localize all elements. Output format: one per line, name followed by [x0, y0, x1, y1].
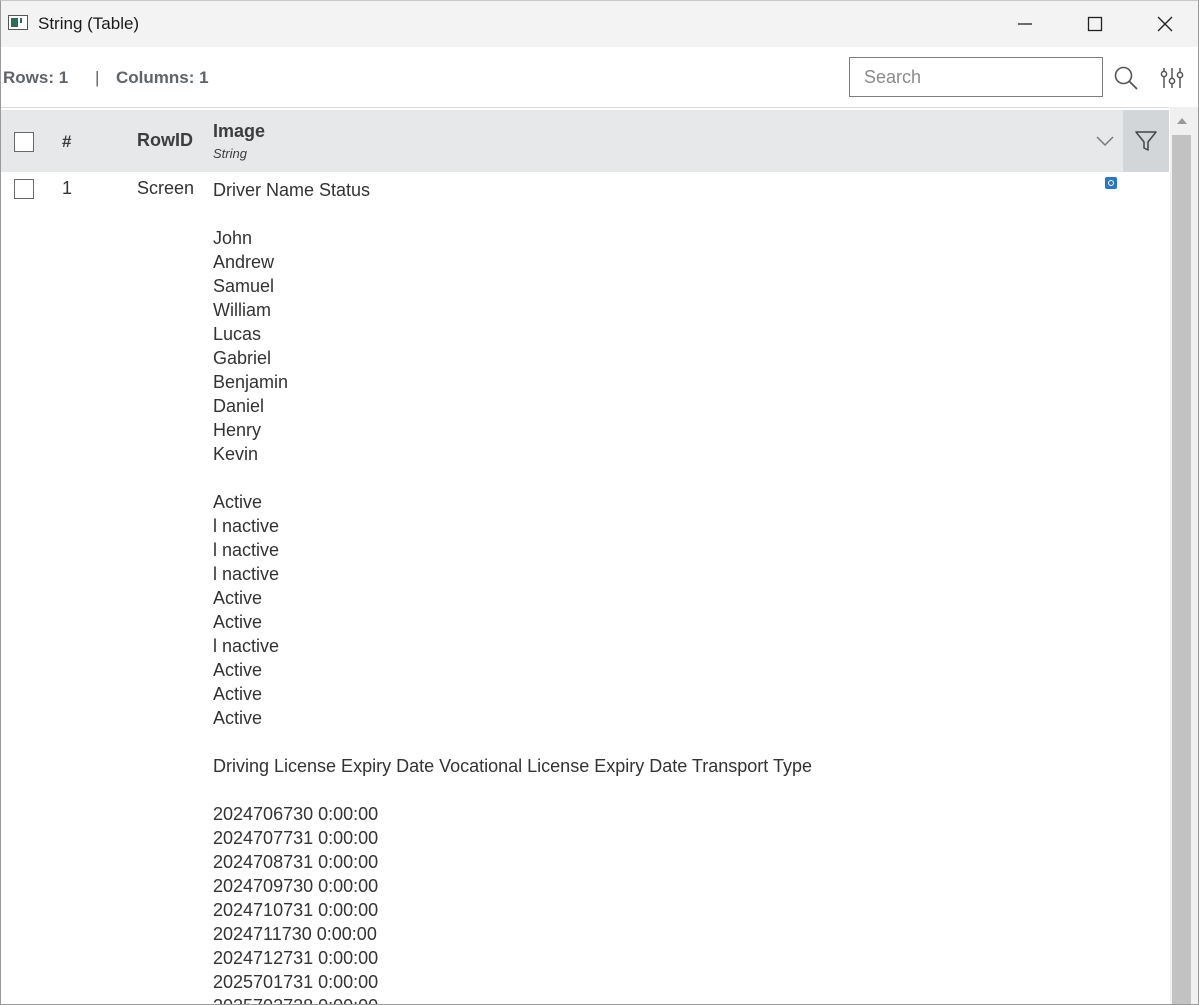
column-header-type: String [213, 146, 247, 161]
maximize-button[interactable] [1061, 1, 1129, 47]
table-app-icon [8, 15, 28, 30]
table-row: 1 Screen Driver Name Status John Andrew … [1, 172, 1169, 1004]
header-rowid[interactable]: RowID [137, 130, 193, 151]
filter-button[interactable] [1123, 110, 1169, 172]
search-input[interactable] [849, 57, 1103, 97]
vertical-scrollbar[interactable] [1170, 107, 1198, 1004]
column-menu-chevron-icon[interactable] [1095, 134, 1115, 153]
row-number: 1 [62, 178, 73, 198]
row-id: Screen [137, 178, 195, 198]
rows-count: Rows: 1 [3, 68, 69, 87]
maximize-icon [1087, 16, 1103, 32]
scroll-up-arrow-icon[interactable] [1176, 113, 1188, 131]
minimize-button[interactable] [991, 1, 1059, 47]
scrollbar-thumb[interactable] [1172, 135, 1191, 1004]
cell-expand-icon[interactable] [1105, 177, 1117, 189]
table-cell-image[interactable]: Driver Name Status John Andrew Samuel Wi… [213, 178, 812, 1004]
filter-icon [1135, 131, 1157, 151]
close-button[interactable] [1131, 1, 1198, 47]
search-icon[interactable] [1113, 65, 1139, 96]
table-window: String (Table) Rows: 1 | Columns: 1 Sear… [0, 0, 1199, 1005]
header-row-number: # [62, 132, 72, 151]
minimize-icon [1018, 23, 1032, 25]
toolbar: Rows: 1 | Columns: 1 [1, 47, 1198, 107]
table-header-row: # RowID Image String [1, 110, 1169, 172]
title-bar[interactable]: String (Table) [1, 1, 1198, 47]
select-all-checkbox[interactable] [14, 132, 34, 152]
close-icon [1157, 16, 1173, 32]
data-table: # RowID Image String 1 Screen Driver Nam… [1, 107, 1169, 1004]
stats-separator: | [95, 68, 100, 87]
columns-count: Columns: 1 [116, 68, 209, 87]
column-settings-icon[interactable] [1159, 65, 1185, 96]
column-header-name[interactable]: Image [213, 121, 265, 142]
window-title: String (Table) [38, 14, 140, 33]
row-checkbox[interactable] [14, 179, 34, 199]
